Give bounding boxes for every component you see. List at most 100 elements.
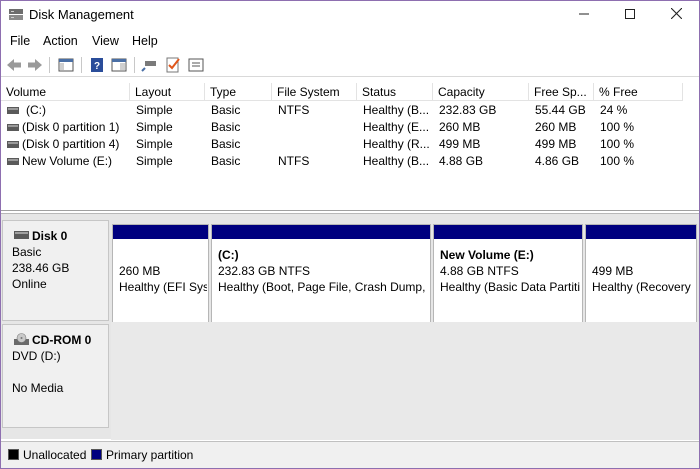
- partition-status: Healthy (EFI Sys: [119, 280, 207, 294]
- partition-name: (C:): [218, 248, 239, 262]
- connect-icon[interactable]: [141, 56, 159, 74]
- partition-e[interactable]: New Volume (E:) 4.88 GB NTFS Healthy (Ba…: [433, 224, 583, 329]
- cell-type: Basic: [211, 120, 241, 134]
- partition-name: New Volume (E:): [440, 248, 534, 262]
- partition-c[interactable]: (C:) 232.83 GB NTFS Healthy (Boot, Page …: [211, 224, 431, 329]
- partition-e-info: New Volume (E:) 4.88 GB NTFS Healthy (Ba…: [440, 247, 580, 295]
- table-row[interactable]: (C:) Simple Basic NTFS Healthy (B... 232…: [1, 102, 699, 119]
- primary-partition-swatch: [91, 449, 102, 460]
- disk-management-app-icon: [9, 9, 23, 20]
- legend-bar: Unallocated Primary partition: [1, 441, 699, 468]
- column-header-type[interactable]: Type: [205, 83, 272, 101]
- menu-bar: File Action View Help: [1, 31, 699, 51]
- check-icon[interactable]: [164, 56, 182, 74]
- volume-icon: [7, 141, 19, 148]
- partition-efi[interactable]: 260 MB Healthy (EFI Sys: [112, 224, 209, 329]
- primary-partition-bar: [586, 225, 696, 239]
- column-header-capacity[interactable]: Capacity: [433, 83, 529, 101]
- cell-type: Basic: [211, 137, 241, 151]
- cell-free-space: 499 MB: [535, 137, 577, 151]
- svg-text:?: ?: [94, 61, 100, 72]
- partition-efi-info: 260 MB Healthy (EFI Sys: [119, 247, 207, 295]
- column-header-percent-free[interactable]: % Free: [594, 83, 683, 101]
- menu-action[interactable]: Action: [43, 34, 78, 48]
- toolbar-separator: [134, 57, 135, 73]
- cell-type: Basic: [211, 154, 241, 168]
- cell-status: Healthy (B...: [363, 154, 430, 168]
- toolbar-separator: [81, 57, 82, 73]
- disk-0-type: Basic: [12, 245, 42, 259]
- title-bar: Disk Management: [1, 1, 699, 29]
- table-row[interactable]: (Disk 0 partition 1) Simple Basic Health…: [1, 119, 699, 136]
- maximize-button[interactable]: [607, 1, 653, 29]
- disk-0-state: Online: [12, 277, 47, 291]
- partition-name: [592, 247, 694, 263]
- column-header-free-space[interactable]: Free Sp...: [529, 83, 594, 101]
- cell-percent-free: 100 %: [600, 120, 635, 134]
- cdrom-0-drive: DVD (D:): [12, 349, 61, 363]
- cell-capacity: 499 MB: [439, 137, 481, 151]
- disk-0-name: Disk 0: [32, 229, 68, 243]
- cdrom-0-media: No Media: [12, 381, 64, 395]
- cdrom-0-name-row: CD-ROM 0: [12, 332, 108, 348]
- menu-help[interactable]: Help: [132, 34, 158, 48]
- volume-icon: [7, 158, 19, 165]
- cd-rom-icon: [14, 333, 29, 345]
- unallocated-swatch: [8, 449, 19, 460]
- disk-management-window: Disk Management File Action View Help ? …: [0, 0, 700, 469]
- cell-capacity: 4.88 GB: [439, 154, 484, 168]
- cell-layout: Simple: [136, 103, 173, 117]
- toolbar-separator: [49, 57, 50, 73]
- volume-icon: [7, 124, 19, 131]
- column-header-file-system[interactable]: File System: [272, 83, 357, 101]
- show-pane-icon[interactable]: [110, 56, 128, 74]
- cell-capacity: 260 MB: [439, 120, 481, 134]
- help-icon[interactable]: ?: [88, 56, 106, 74]
- hard-disk-icon: [14, 231, 29, 239]
- cell-status: Healthy (B...: [363, 103, 430, 117]
- cell-capacity: 232.83 GB: [439, 103, 497, 117]
- cell-volume: (C:): [26, 103, 46, 117]
- close-button[interactable]: [653, 1, 699, 29]
- cell-volume: New Volume (E:): [22, 154, 113, 168]
- legend-unallocated: Unallocated: [23, 448, 87, 462]
- column-header-status[interactable]: Status: [357, 83, 433, 101]
- cell-volume: (Disk 0 partition 4): [22, 137, 120, 151]
- cell-percent-free: 100 %: [600, 154, 635, 168]
- cell-file-system: NTFS: [278, 154, 310, 168]
- cell-layout: Simple: [136, 137, 173, 151]
- cell-type: Basic: [211, 103, 241, 117]
- partition-name: [119, 247, 207, 263]
- menu-file[interactable]: File: [10, 34, 30, 48]
- partition-size: 4.88 GB NTFS: [440, 264, 519, 278]
- cell-layout: Simple: [136, 120, 173, 134]
- cdrom-0-name: CD-ROM 0: [32, 333, 92, 347]
- table-row[interactable]: New Volume (E:) Simple Basic NTFS Health…: [1, 153, 699, 170]
- partition-status: Healthy (Boot, Page File, Crash Dump, E: [218, 280, 428, 294]
- primary-partition-bar: [212, 225, 430, 239]
- cell-volume: (Disk 0 partition 1): [22, 120, 120, 134]
- partition-recovery[interactable]: 499 MB Healthy (Recovery: [585, 224, 697, 329]
- partition-size: 499 MB: [592, 264, 634, 278]
- cell-percent-free: 100 %: [600, 137, 635, 151]
- cell-free-space: 55.44 GB: [535, 103, 586, 117]
- column-header-volume[interactable]: Volume: [1, 83, 130, 101]
- partition-c-info: (C:) 232.83 GB NTFS Healthy (Boot, Page …: [218, 247, 428, 295]
- partition-status: Healthy (Recovery: [592, 280, 691, 294]
- partition-status: Healthy (Basic Data Partiti: [440, 280, 580, 294]
- cell-percent-free: 24 %: [600, 103, 628, 117]
- cdrom-0-label[interactable]: CD-ROM 0 DVD (D:) No Media: [2, 324, 109, 428]
- minimize-button[interactable]: [561, 1, 607, 29]
- cell-layout: Simple: [136, 154, 173, 168]
- disk-0-name-row: Disk 0: [12, 228, 108, 244]
- cell-file-system: NTFS: [278, 103, 310, 117]
- back-arrow-icon[interactable]: [5, 56, 23, 74]
- disk-0-label[interactable]: Disk 0 Basic 238.46 GB Online: [2, 220, 109, 321]
- table-row[interactable]: (Disk 0 partition 4) Simple Basic Health…: [1, 136, 699, 153]
- properties-icon[interactable]: [187, 56, 205, 74]
- menu-view[interactable]: View: [92, 34, 119, 48]
- forward-arrow-icon[interactable]: [26, 56, 44, 74]
- column-header-layout[interactable]: Layout: [130, 83, 205, 101]
- console-tree-icon[interactable]: [57, 56, 75, 74]
- disk-graphical-view: Disk 0 Basic 238.46 GB Online 260 MB Hea…: [1, 213, 699, 440]
